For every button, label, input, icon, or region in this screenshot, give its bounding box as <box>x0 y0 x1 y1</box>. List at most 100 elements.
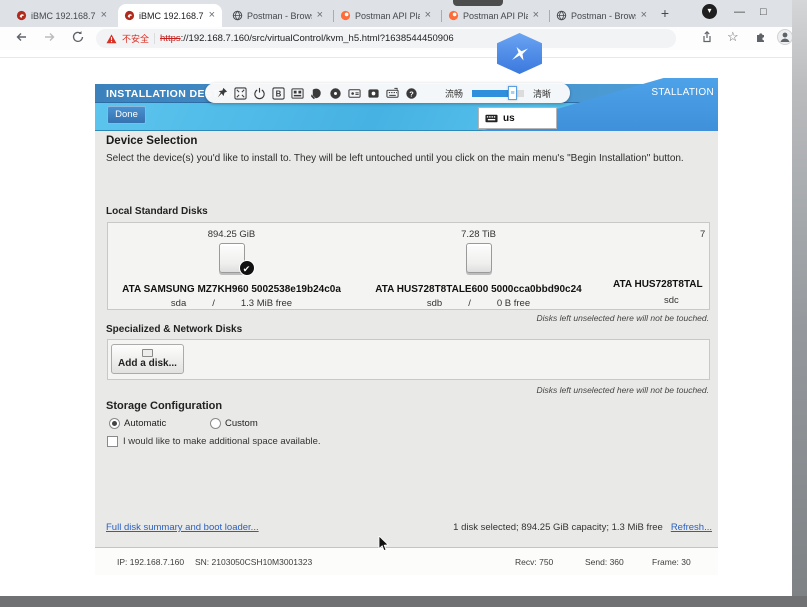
tab-search-icon[interactable]: ▾ <box>702 4 717 19</box>
mini-disk-icon <box>142 349 153 357</box>
close-icon[interactable]: × <box>532 10 540 21</box>
record-icon[interactable] <box>328 86 342 100</box>
additional-space-checkbox[interactable]: I would like to make additional space av… <box>107 436 321 447</box>
selected-check-icon: ✔ <box>239 260 255 276</box>
disk-capacity: 7.28 TiB <box>355 229 602 240</box>
back-icon[interactable] <box>14 30 28 44</box>
new-tab-button[interactable]: + <box>656 5 674 21</box>
power-icon[interactable] <box>252 86 266 100</box>
tab-ibmc-2-active[interactable]: iBMC 192.168.7.16 × <box>118 4 222 27</box>
done-button[interactable]: Done <box>107 106 146 124</box>
tab-postman-api-2[interactable]: Postman API Platfo × <box>442 4 546 27</box>
mouse-cursor <box>378 536 390 552</box>
status-ip: IP: 192.168.7.160 <box>117 557 184 567</box>
virtual-keyboard-icon[interactable] <box>385 86 399 100</box>
selection-summary: 1 disk selected; 894.25 GiB capacity; 1.… <box>453 522 663 533</box>
tab-postman-browser-2[interactable]: Postman - Browser × <box>550 4 654 27</box>
disk-model: ATA SAMSUNG MZ7KH960 5002538e19b24c0a <box>108 284 355 295</box>
status-frame: Frame: 30 <box>652 557 691 567</box>
maximize-button[interactable]: □ <box>760 6 767 18</box>
disk-device-row: sda / 1.3 MiB free <box>108 298 355 309</box>
radio-label: Custom <box>225 418 258 429</box>
reload-icon[interactable] <box>71 30 85 44</box>
close-icon[interactable]: × <box>640 10 648 21</box>
kvm-toolbar: B ? 流畅 ≡ 清晰 <box>205 83 570 103</box>
radio-custom[interactable]: Custom <box>210 418 258 429</box>
disk-dev-node: sda <box>171 298 186 309</box>
tab-title: iBMC 192.168.7.16 <box>31 11 96 21</box>
tab-title: Postman API Platfo <box>463 11 528 21</box>
disk-model: ATA HUS728T8TAL <box>613 279 703 290</box>
quality-slider[interactable]: ≡ <box>472 90 524 97</box>
help-icon[interactable]: ? <box>404 86 418 100</box>
disk-free-space: 1.3 MiB free <box>241 298 292 309</box>
storage-config-title: Storage Configuration <box>106 400 222 412</box>
specialized-disks-title: Specialized & Network Disks <box>106 324 242 335</box>
extensions-puzzle-icon[interactable] <box>753 30 767 44</box>
add-disk-button[interactable]: Add a disk... <box>111 344 184 374</box>
disk-sda[interactable]: 894.25 GiB ✔ ATA SAMSUNG MZ7KH960 500253… <box>108 223 355 309</box>
fullscreen-icon[interactable] <box>233 86 247 100</box>
disk-drive-icon <box>466 243 492 273</box>
tab-title: Postman - Browser <box>247 11 312 21</box>
disk-separator: / <box>212 298 215 309</box>
radio-unselected-icon[interactable] <box>210 418 221 429</box>
tab-title: Postman API Platfo <box>355 11 420 21</box>
divider <box>154 33 155 44</box>
keyboard-layout-icon[interactable] <box>290 86 304 100</box>
status-recv: Recv: 750 <box>515 557 553 567</box>
desktop-edge-bottom <box>0 596 807 607</box>
globe-favicon-icon <box>556 10 567 21</box>
unselected-note: Disks left unselected here will not be t… <box>537 313 709 323</box>
minimize-button[interactable]: — <box>734 6 745 18</box>
page-top-divider <box>0 57 793 58</box>
profile-avatar[interactable] <box>777 29 793 45</box>
tab-postman-browser-1[interactable]: Postman - Browser × <box>226 4 330 27</box>
close-icon[interactable]: × <box>424 10 432 21</box>
struck-protocol: https <box>160 33 181 44</box>
keyboard-layout-code: us <box>503 113 515 124</box>
radio-label: Automatic <box>124 418 166 429</box>
pin-icon[interactable] <box>214 86 228 100</box>
mouse-icon[interactable] <box>309 86 323 100</box>
radio-selected-icon[interactable] <box>109 418 120 429</box>
disk-device-row: sdb / 0 B free <box>355 298 602 309</box>
keyboard-layout-indicator[interactable]: us <box>478 107 557 129</box>
address-bar[interactable]: 不安全 https://192.168.7.160/src/virtualCon… <box>96 29 676 48</box>
disk-capacity: 7 <box>700 229 705 240</box>
boot-options-icon[interactable]: B <box>271 86 285 100</box>
svg-text:?: ? <box>409 89 414 98</box>
desktop-edge-right <box>792 0 807 607</box>
postman-favicon-icon <box>448 10 459 21</box>
checkbox-icon[interactable] <box>107 436 118 447</box>
close-icon[interactable]: × <box>208 10 216 21</box>
security-warning-label: 不安全 <box>122 32 149 45</box>
forward-icon[interactable] <box>43 30 57 44</box>
ibmc-favicon-icon <box>16 10 27 21</box>
screen-capture-icon[interactable] <box>366 86 380 100</box>
add-disk-label: Add a disk... <box>118 358 177 369</box>
close-icon[interactable]: × <box>100 10 108 21</box>
share-icon[interactable] <box>700 30 714 44</box>
disk-capacity: 894.25 GiB <box>108 229 355 240</box>
radio-automatic[interactable]: Automatic <box>109 418 166 429</box>
status-send: Send: 360 <box>585 557 624 567</box>
ibmc-favicon-icon <box>124 10 135 21</box>
cd-rom-icon[interactable] <box>347 86 361 100</box>
quality-slider-handle[interactable]: ≡ <box>508 86 517 100</box>
disk-separator: / <box>468 298 471 309</box>
bookmark-star-icon[interactable]: ☆ <box>727 29 739 45</box>
unselected-note: Disks left unselected here will not be t… <box>537 385 709 395</box>
disk-sdb[interactable]: 7.28 TiB ATA HUS728T8TALE600 5000cca0bbd… <box>355 223 602 309</box>
refresh-link[interactable]: Refresh... <box>671 522 712 533</box>
quality-slider-fill <box>472 90 512 97</box>
tab-postman-api-1[interactable]: Postman API Platfo × <box>334 4 438 27</box>
close-icon[interactable]: × <box>316 10 324 21</box>
specialized-disks-box: Add a disk... <box>107 339 710 380</box>
full-disk-summary-link[interactable]: Full disk summary and boot loader... <box>106 522 259 533</box>
tab-ibmc-1[interactable]: iBMC 192.168.7.16 × <box>10 4 114 27</box>
local-disks-title: Local Standard Disks <box>106 206 208 217</box>
keyboard-icon <box>485 114 498 123</box>
disk-drive-icon: ✔ <box>219 243 245 273</box>
warning-icon <box>106 34 117 44</box>
